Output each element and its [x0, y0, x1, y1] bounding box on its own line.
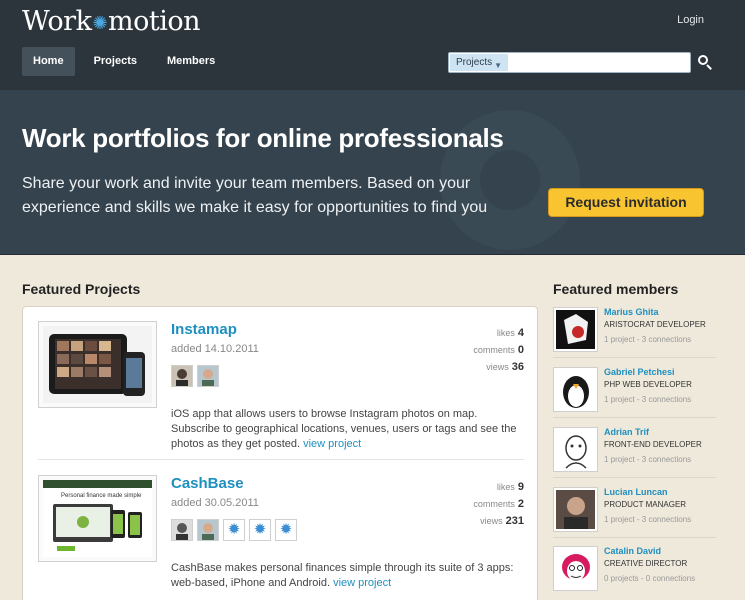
view-project-link[interactable]: view project	[303, 438, 361, 450]
hero-title: Work portfolios for online professionals	[22, 123, 504, 153]
divider	[553, 477, 716, 478]
featured-projects-title: Featured Projects	[22, 281, 141, 297]
stat-value: 4	[517, 327, 524, 339]
member-item[interactable]: Lucian Luncan PRODUCT MANAGER 1 project …	[553, 487, 723, 543]
member-item[interactable]: Marius Ghita ARISTOCRAT DEVELOPER 1 proj…	[553, 307, 723, 363]
member-role: PRODUCT MANAGER	[604, 500, 687, 509]
view-project-link[interactable]: view project	[333, 577, 391, 589]
chevron-down-icon: ▼	[494, 61, 502, 70]
comments-stat: comments 0	[454, 344, 524, 361]
login-link[interactable]: Login	[677, 14, 704, 26]
avatar[interactable]	[197, 519, 219, 541]
search-box: Projects ▼	[448, 52, 691, 73]
hero-subtitle: Share your work and invite your team mem…	[22, 175, 488, 216]
logo[interactable]: Work✺motion	[22, 6, 201, 37]
project-thumbnail[interactable]: Personal finance made simple	[38, 475, 157, 562]
comments-stat: comments 2	[454, 498, 524, 515]
cashbase-screenshot-image: Personal finance made simple	[43, 480, 152, 551]
divider	[553, 537, 716, 538]
nav-item-members[interactable]: Members	[156, 47, 226, 76]
main-nav: Home Projects Members	[22, 47, 234, 76]
divider	[553, 357, 716, 358]
member-item[interactable]: Adrian Trif FRONT-END DEVELOPER 1 projec…	[553, 427, 723, 483]
views-stat: views 36	[454, 361, 524, 378]
avatar[interactable]	[553, 487, 598, 532]
gear-icon: ✺	[92, 13, 108, 34]
avatar[interactable]	[197, 365, 219, 387]
member-connections: 1 project - 3 connections	[604, 395, 692, 404]
member-role: CREATIVE DIRECTOR	[604, 559, 688, 568]
member-connections: 1 project - 3 connections	[604, 515, 692, 524]
member-role: FRONT-END DEVELOPER	[604, 440, 702, 449]
search-input[interactable]	[511, 54, 687, 71]
gear-icon[interactable]: ✹	[275, 519, 297, 541]
hero-banner: Work portfolios for online professionals…	[0, 90, 745, 255]
stat-label: likes	[496, 328, 515, 338]
divider	[553, 417, 716, 418]
logo-text-right: motion	[108, 6, 201, 37]
project-title[interactable]: Instamap	[171, 321, 237, 338]
avatar[interactable]	[171, 365, 193, 387]
search-scope-select[interactable]: Projects ▼	[450, 54, 508, 71]
project-title[interactable]: CashBase	[171, 475, 244, 492]
member-role: PHP WEB DEVELOPER	[604, 380, 692, 389]
member-connections: 0 projects - 0 connections	[604, 574, 696, 583]
divider	[38, 459, 524, 460]
search-scope-label: Projects	[456, 57, 493, 68]
member-item[interactable]: Catalin David CREATIVE DIRECTOR 0 projec…	[553, 546, 723, 600]
avatar[interactable]	[553, 427, 598, 472]
project-description: CashBase makes personal finances simple …	[171, 561, 524, 591]
featured-members-title: Featured members	[553, 281, 679, 297]
stat-label: likes	[496, 482, 515, 492]
project-card: Personal finance made simple CashBase ad…	[38, 475, 524, 600]
search-icon[interactable]	[698, 55, 712, 70]
avatar[interactable]	[171, 519, 193, 541]
ipad-image	[49, 334, 145, 396]
gear-icon[interactable]: ✹	[223, 519, 245, 541]
project-members	[171, 365, 223, 387]
likes-stat: likes 9	[454, 481, 524, 498]
member-connections: 1 project - 3 connections	[604, 335, 692, 344]
gear-icon[interactable]: ✹	[249, 519, 271, 541]
project-date: added 14.10.2011	[171, 343, 259, 355]
member-name[interactable]: Lucian Luncan	[604, 487, 668, 497]
stat-label: views	[480, 516, 503, 526]
member-name[interactable]: Adrian Trif	[604, 427, 649, 437]
likes-stat: likes 4	[454, 327, 524, 344]
member-name[interactable]: Catalin David	[604, 546, 661, 556]
project-members: ✹ ✹ ✹	[171, 519, 301, 541]
avatar[interactable]	[553, 307, 598, 352]
member-connections: 1 project - 3 connections	[604, 455, 692, 464]
stat-value: 36	[511, 361, 524, 373]
projects-panel: Instamap added 14.10.2011 likes 4 comment…	[22, 306, 538, 600]
project-card: Instamap added 14.10.2011 likes 4 comment…	[38, 321, 524, 461]
member-name[interactable]: Marius Ghita	[604, 307, 659, 317]
stat-value: 9	[517, 481, 524, 493]
request-invitation-button[interactable]: Request invitation	[548, 188, 704, 217]
member-item[interactable]: Gabriel Petchesi PHP WEB DEVELOPER 1 pro…	[553, 367, 723, 423]
stat-value: 0	[517, 344, 524, 356]
stat-value: 2	[517, 498, 524, 510]
project-description: iOS app that allows users to browse Inst…	[171, 407, 524, 452]
project-stats: likes 9 comments 2 views 231	[454, 481, 524, 532]
project-thumbnail[interactable]	[38, 321, 157, 408]
avatar[interactable]	[553, 546, 598, 591]
project-stats: likes 4 comments 0 views 36	[454, 327, 524, 378]
nav-item-projects[interactable]: Projects	[83, 47, 148, 76]
project-date: added 30.05.2011	[171, 497, 259, 509]
views-stat: views 231	[454, 515, 524, 532]
nav-item-home[interactable]: Home	[22, 47, 75, 76]
stat-label: comments	[473, 345, 515, 355]
logo-text-left: Work	[22, 6, 92, 37]
member-role: ARISTOCRAT DEVELOPER	[604, 320, 706, 329]
stat-label: views	[486, 362, 509, 372]
member-name[interactable]: Gabriel Petchesi	[604, 367, 675, 377]
stat-label: comments	[473, 499, 515, 509]
stat-value: 231	[505, 515, 524, 527]
avatar[interactable]	[553, 367, 598, 412]
top-bar: Work✺motion Login Home Projects Members …	[0, 0, 745, 90]
thumbnail-caption: Personal finance made simple	[61, 493, 142, 499]
